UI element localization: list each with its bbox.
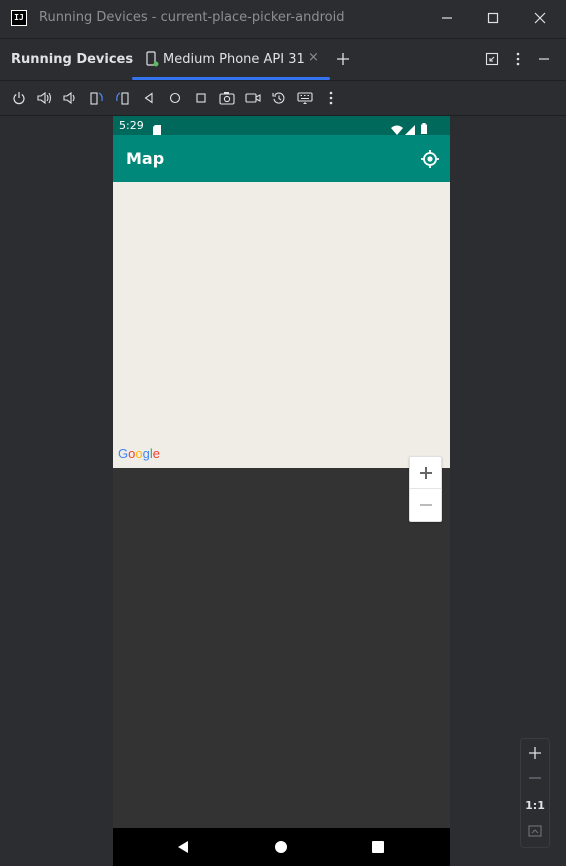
display-zoom-panel: 1:1 [520,738,550,848]
my-location-icon[interactable] [420,149,440,173]
overview-icon[interactable] [193,90,209,106]
map-view[interactable]: Google [113,182,450,522]
app-title: Map [126,149,165,168]
hide-panel-button[interactable] [534,49,554,69]
status-bar: 5:29 [113,116,450,135]
detach-icon[interactable] [482,49,502,69]
status-time: 5:29 [119,119,144,132]
ide-logo-icon: IJ [11,10,27,26]
window-title-bar: IJ Running Devices - current-place-picke… [0,0,566,39]
map-zoom-out-button[interactable] [410,489,441,520]
app-bar: Map [113,135,450,182]
nav-bar [113,828,450,866]
rotate-left-icon[interactable] [89,90,105,106]
device-icon [145,51,159,71]
tab-selected-indicator [132,77,330,80]
screenshot-icon[interactable] [219,90,235,106]
map-zoom-controls [409,456,442,522]
home-icon[interactable] [167,90,183,106]
display-zoom-in-button[interactable] [521,741,549,765]
volume-down-icon[interactable] [62,90,78,106]
tab-medium-phone[interactable]: Medium Phone API 31 × [132,39,330,80]
tab-label: Medium Phone API 31 [163,52,305,67]
maximize-window-button[interactable] [483,8,503,28]
device-toolbar [0,81,566,116]
map-zoom-in-button[interactable] [410,457,441,489]
google-logo: Google [118,446,160,461]
keyboard-icon[interactable] [297,90,313,106]
actual-size-button[interactable]: 1:1 [521,793,549,817]
volume-up-icon[interactable] [37,90,53,106]
back-icon[interactable] [141,90,157,106]
nav-back-icon[interactable] [175,839,191,855]
screen-record-icon[interactable] [245,90,261,106]
nav-home-icon[interactable] [273,839,289,855]
rotate-right-icon[interactable] [115,90,131,106]
close-window-button[interactable] [530,8,550,28]
fit-screen-icon[interactable] [521,819,549,843]
more-options-icon[interactable] [508,49,528,69]
tab-close-icon[interactable]: × [308,50,319,65]
phone-screen[interactable]: 5:29 Map Google [113,116,450,866]
window-title: Running Devices - current-place-picker-a… [39,10,345,25]
reset-icon[interactable] [271,90,287,106]
add-device-button[interactable] [333,49,353,69]
display-zoom-out-button[interactable] [521,766,549,790]
minimize-window-button[interactable] [437,8,457,28]
power-icon[interactable] [11,90,27,106]
tool-window-header: Running Devices Medium Phone API 31 × [0,39,566,81]
more-icon[interactable] [323,90,339,106]
tool-window-title: Running Devices [11,52,134,67]
nav-overview-icon[interactable] [370,839,386,855]
